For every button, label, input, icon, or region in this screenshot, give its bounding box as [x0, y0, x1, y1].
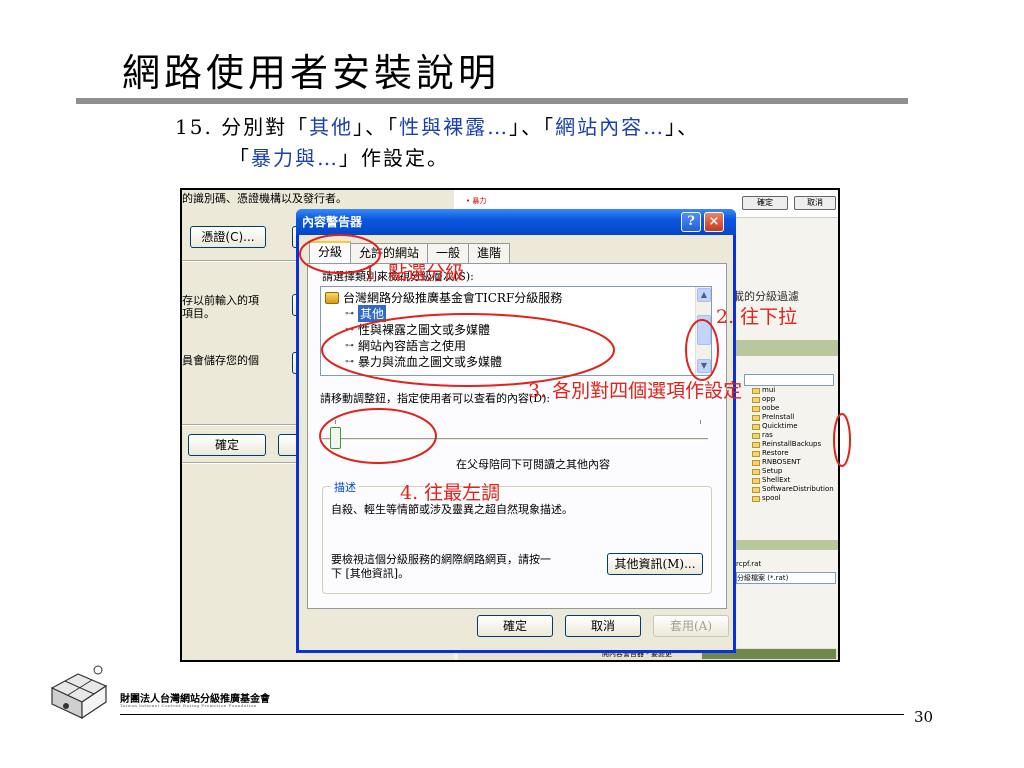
annotation-step-1: 1. 點選分級 [364, 262, 465, 284]
foundation-logo [50, 665, 108, 720]
footer-divider [120, 714, 904, 715]
annotation-step-3: 3. 各別對四個選項作設定 [528, 380, 743, 402]
annotation-ellipse-scroll [685, 319, 719, 381]
annotation-step-2: 2. 往下拉 [716, 306, 798, 328]
annotation-ellipse-slider [319, 408, 437, 464]
org-english-name: Taiwan Internet Content Rating Promotion… [120, 703, 257, 708]
page-number: 30 [914, 708, 934, 726]
annotation-step-4: 4. 往最左調 [400, 482, 501, 504]
annotation-ellipse-edge [833, 413, 851, 467]
annotation-overlay [299, 234, 851, 467]
